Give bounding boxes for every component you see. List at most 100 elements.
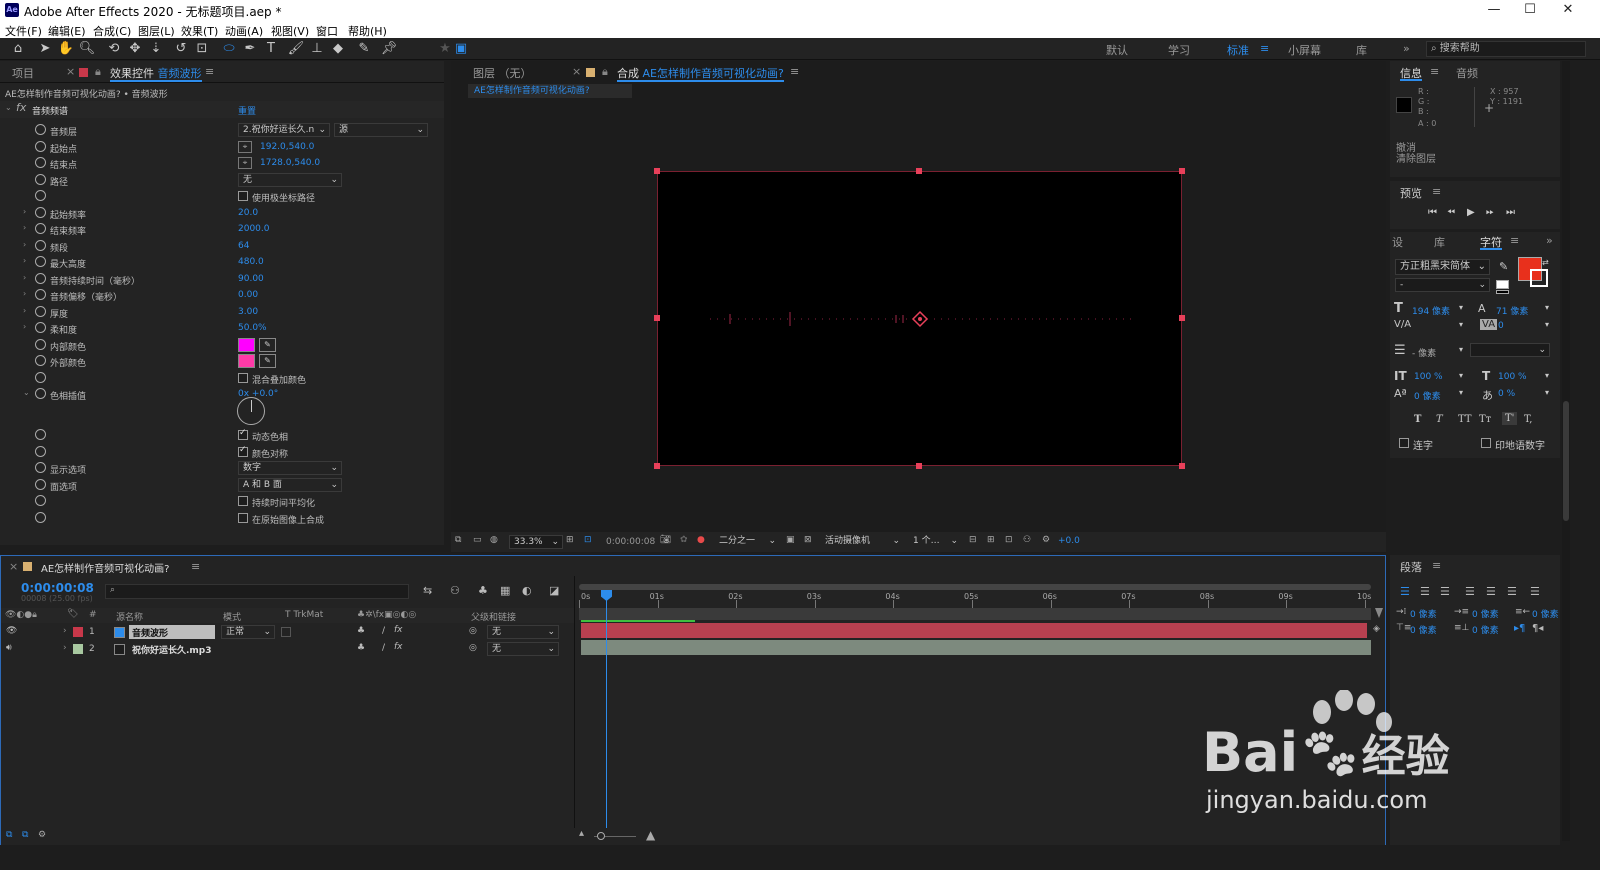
pickwhip-icon[interactable]: ◎ <box>469 643 477 653</box>
chevron-down-icon[interactable]: ▾ <box>1459 388 1463 397</box>
stopwatch-icon[interactable] <box>35 190 46 201</box>
tab-library[interactable]: 库 <box>1434 234 1445 254</box>
property-dropdown[interactable]: 数字 ⌄ <box>238 461 342 475</box>
menu-window[interactable]: 窗口 <box>316 23 338 39</box>
eyedropper-icon[interactable]: ✎ <box>259 337 276 352</box>
property-value[interactable]: 50.0% <box>238 323 267 333</box>
property-checkbox[interactable] <box>238 191 248 201</box>
layer-search-input[interactable]: ⌕ <box>105 584 409 599</box>
menu-effect[interactable]: 效果(T) <box>181 23 218 39</box>
timeline-icon[interactable]: ⊡ <box>1005 535 1013 545</box>
layer-label-color[interactable] <box>73 644 83 654</box>
transform-handle[interactable] <box>654 463 660 469</box>
region-interest-icon[interactable]: ▣ <box>786 535 795 545</box>
play-icon[interactable]: ▶ <box>1467 207 1475 218</box>
channel-icon[interactable]: ● <box>697 535 705 545</box>
zoom-tool-icon[interactable]: 🔍︎ <box>78 41 96 57</box>
collapse-twirl-icon[interactable]: ⌄ <box>5 103 12 112</box>
space-after-value[interactable]: 0 像素 <box>1472 623 1499 636</box>
parent-dropdown[interactable]: 无 ⌄ <box>487 625 559 639</box>
minimize-button[interactable]: — <box>1476 0 1512 20</box>
quality-switch-icon[interactable]: / <box>382 643 385 653</box>
safe-zones-icon[interactable]: ⊡ <box>584 535 592 545</box>
chevron-down-icon[interactable]: ▾ <box>1459 371 1463 380</box>
char-menu-icon[interactable]: ≡ <box>1510 234 1519 254</box>
quality-switch-icon[interactable]: / <box>382 626 385 636</box>
timeline-layer-row[interactable]: 🔊︎ › 2 祝你好运长久.mp3 ♣ / fx ◎ 无 ⌄ <box>1 641 574 658</box>
type-tool-icon[interactable]: T <box>262 41 280 57</box>
reset-link[interactable]: 重置 <box>238 104 256 117</box>
more-workspaces-icon[interactable]: » <box>1403 42 1410 55</box>
black-swatch[interactable] <box>1496 290 1509 294</box>
tab-audio[interactable]: 音频 <box>1456 65 1478 85</box>
timeline-comp-name[interactable]: AE怎样制作音频可视化动画? <box>41 560 169 580</box>
property-value[interactable]: 0.00 <box>238 290 258 300</box>
property-value[interactable]: 192.0,540.0 <box>260 142 314 152</box>
property-dropdown[interactable]: A 和 B 面 ⌄ <box>238 477 342 492</box>
source-dropdown[interactable]: 源 ⌄ <box>334 123 428 137</box>
tracking-value[interactable]: 0 <box>1498 321 1504 331</box>
justify-all-icon[interactable]: ☰ <box>1530 585 1540 598</box>
property-value[interactable]: 64 <box>238 241 249 251</box>
close-comp-tab-icon[interactable]: × <box>572 65 581 85</box>
fx-switch-icon[interactable]: fx <box>394 642 403 652</box>
trkmat-column[interactable]: T TrkMat <box>285 610 323 620</box>
rtl-direction-icon[interactable]: ¶◂ <box>1532 623 1543 634</box>
source-name-column[interactable]: 源名称 <box>116 610 143 623</box>
composition-canvas[interactable] <box>657 171 1182 466</box>
audio-layer-dropdown[interactable]: 2.祝你好运长久.n ⌄ <box>238 123 330 137</box>
font-size-value[interactable]: 194 像素 <box>1412 304 1450 317</box>
workspace-learn[interactable]: 学习 <box>1168 42 1190 58</box>
stopwatch-icon[interactable] <box>35 272 46 284</box>
twirl-open-icon[interactable]: ⌄ <box>23 388 30 397</box>
info-menu-icon[interactable]: ≡ <box>1430 65 1439 85</box>
stopwatch-icon[interactable] <box>35 355 46 366</box>
preview-menu-icon[interactable]: ≡ <box>1432 185 1441 205</box>
hue-dial[interactable] <box>237 397 265 425</box>
align-right-icon[interactable]: ☰ <box>1440 585 1450 598</box>
stopwatch-icon[interactable] <box>35 462 46 473</box>
color-swatch[interactable] <box>238 337 255 352</box>
property-value[interactable]: 1728.0,540.0 <box>260 158 320 168</box>
next-frame-icon[interactable]: ⏩︎ <box>1486 207 1494 218</box>
motion-blur-icon[interactable]: ◐ <box>522 584 532 597</box>
visibility-eye-icon[interactable]: 👁︎ <box>6 626 17 636</box>
menu-composition[interactable]: 合成(C) <box>93 23 131 39</box>
work-area-end-icon[interactable] <box>1375 608 1383 618</box>
timeline-layer-row[interactable]: 👁︎ › 1 音频波形 正常 ⌄ ♣ / fx ◎ 无 ⌄ <box>1 624 574 641</box>
switches-icon[interactable]: ♣✲\fx▣◎◐◎ <box>357 610 416 620</box>
eyedropper-icon[interactable]: ✎ <box>259 354 276 368</box>
more-panels-icon[interactable]: » <box>1546 234 1553 254</box>
search-help-input[interactable]: ⌕ 搜索帮助 <box>1426 41 1586 57</box>
transform-handle[interactable] <box>1179 168 1185 174</box>
workspace-menu-icon[interactable]: ≡ <box>1260 42 1269 55</box>
transform-handle[interactable] <box>654 168 660 174</box>
flowchart-icon[interactable]: ⚇ <box>1023 535 1031 545</box>
home-icon[interactable]: ⌂ <box>9 41 27 57</box>
time-ruler[interactable]: 0s 01s 02s 03s 04s 05s 06s 07s 08s 09s 10s <box>579 590 1371 608</box>
last-frame-icon[interactable]: ⏭ <box>1506 207 1515 218</box>
indent-right-value[interactable]: 0 像素 <box>1532 607 1559 620</box>
graph-editor-icon[interactable]: ◪ <box>549 584 559 597</box>
property-value[interactable]: 20.0 <box>238 208 258 218</box>
always-preview-icon[interactable]: ⧉ <box>455 535 461 545</box>
rotate-tool-icon[interactable]: ↺ <box>172 41 190 57</box>
prev-frame-icon[interactable]: ⏪︎ <box>1447 207 1455 218</box>
chevron-down-icon[interactable]: ▾ <box>1545 303 1549 312</box>
twirl-closed-icon[interactable]: › <box>23 240 26 249</box>
right-panel-scrollbar[interactable] <box>1562 61 1570 841</box>
hand-tool-icon[interactable]: ✋ <box>57 41 75 57</box>
brush-tool-icon[interactable]: 🖌︎ <box>287 41 305 57</box>
close-button[interactable]: ✕ <box>1550 0 1586 20</box>
menu-help[interactable]: 帮助(H) <box>348 23 387 39</box>
stopwatch-icon[interactable] <box>35 511 46 523</box>
zoom-dropdown[interactable]: 33.3% ⌄ <box>509 535 563 549</box>
pickwhip-icon[interactable]: ◎ <box>469 626 477 636</box>
layer-name[interactable]: 音频波形 <box>129 625 215 639</box>
twirl-closed-icon[interactable]: › <box>23 207 26 216</box>
zoom-in-icon[interactable]: ▲ <box>646 828 655 842</box>
point-target-icon[interactable]: ⌖ <box>238 140 252 153</box>
transfer-controls-icon[interactable]: ⧉ <box>22 830 28 840</box>
superscript-button[interactable]: T' <box>1502 412 1518 425</box>
ellipse-tool-icon[interactable]: ⬭ <box>220 41 238 57</box>
